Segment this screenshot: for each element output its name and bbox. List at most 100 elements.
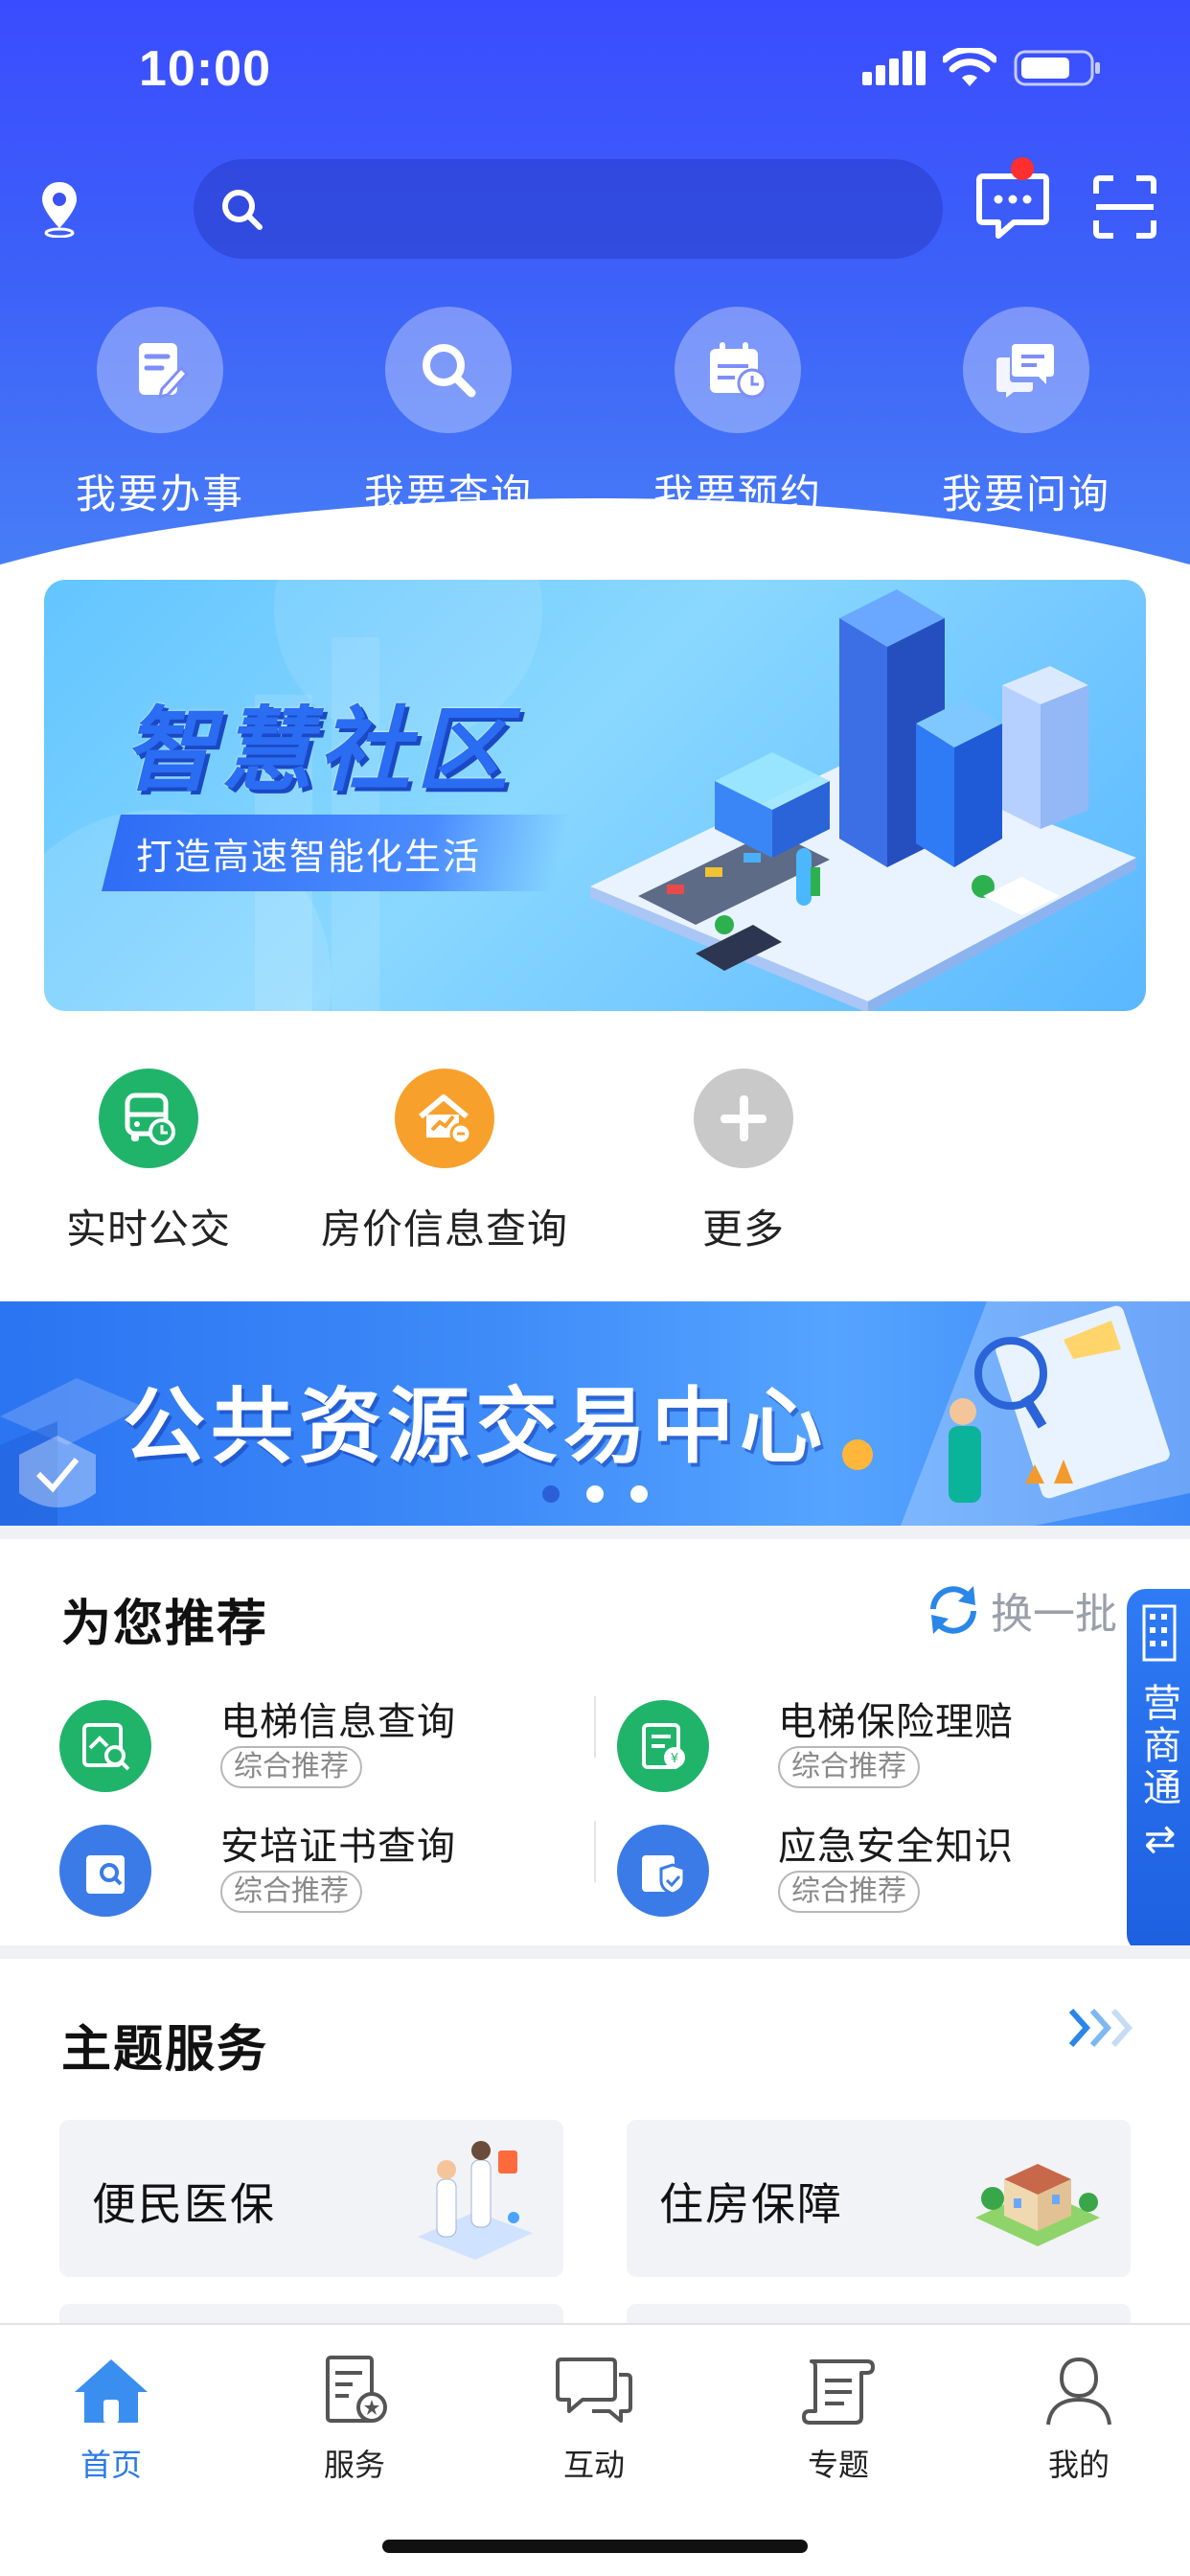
shortcut-circle [694,1069,793,1168]
shortcut-circle [99,1069,198,1168]
recommend-name: 应急安全知识 [778,1826,1014,1868]
shortcut-house-price[interactable]: 房价信息查询 [301,1069,588,1255]
tab-services[interactable]: 服务 [278,2354,431,2485]
recommend-tag: 综合推荐 [778,1746,920,1788]
search-icon [222,190,263,230]
shortcut-row: 实时公交 房价信息查询 更多 [0,1069,1190,1279]
tab-label: 首页 [80,2448,142,2482]
banner-title: 公共资源交易中心 [123,1381,828,1473]
edit-document-icon [139,343,190,400]
calendar-clock-icon [710,342,767,399]
carousel-dot[interactable] [630,1485,648,1503]
certificate-search-icon [86,1855,125,1894]
recommend-name: 电梯信息查询 [220,1701,456,1743]
message-icon[interactable] [975,171,1050,240]
recommend-item[interactable]: 安培证书查询 综合推荐 [59,1815,558,1920]
banner-title: 智慧社区 [123,700,514,802]
shortcut-circle [395,1069,494,1168]
theme-card-medical-insurance[interactable]: 便民医保 [59,2120,563,2277]
column-divider [594,1821,596,1882]
tab-topics[interactable]: 专题 [762,2354,915,2485]
carousel-dot[interactable] [586,1485,604,1503]
quick-action-circle [963,307,1089,433]
signal-icon [862,51,926,85]
tab-profile[interactable]: 我的 [1002,2354,1156,2485]
quick-action-label: 我要预约 [652,472,822,517]
tab-label: 互动 [562,2448,625,2482]
wifi-icon [943,48,996,86]
tab-label: 服务 [323,2448,385,2482]
recommend-item[interactable]: ¥ 电梯保险理赔 综合推荐 [617,1690,1115,1796]
recommend-title: 为您推荐 [61,1597,269,1652]
quick-action-circle [97,307,223,433]
plus-icon [721,1095,767,1141]
city-illustration [590,589,1136,1011]
quick-action-circle [675,307,801,433]
search-input[interactable] [280,178,912,240]
insurance-document-icon: ¥ [642,1723,685,1769]
search-icon [423,344,476,398]
recommend-icon-circle [59,1700,151,1792]
unread-dot [1011,157,1034,180]
quick-action-circle [385,307,512,433]
location-pin-icon[interactable] [38,180,80,238]
theme-card-label: 住房保障 [659,2179,843,2229]
section-divider [0,1526,1190,1539]
shortcut-realtime-bus[interactable]: 实时公交 [5,1069,292,1255]
side-tab-label: 营商通 ⇅ [1137,1683,1179,1860]
status-bar: 10:00 [0,0,1190,134]
battery-icon [1014,50,1100,86]
bus-icon [125,1092,175,1145]
section-divider [0,1945,1190,1959]
recommend-tag: 综合推荐 [778,1871,920,1913]
recommend-name: 安培证书查询 [220,1826,456,1868]
quick-action-handle-affairs[interactable]: 我要办事 [45,307,275,520]
quick-actions: 我要办事 我要查询 我要预约 我要问询 [0,307,1190,527]
shortcut-label: 实时公交 [65,1207,231,1252]
recommend-item[interactable]: 应急安全知识 综合推荐 [617,1815,1115,1920]
scroll-icon [802,2359,875,2425]
service-document-icon [326,2356,387,2423]
banner-subtitle: 打造高速智能化生活 [136,838,482,878]
refresh-icon [930,1586,976,1634]
recommend-icon-circle [617,1825,709,1917]
more-arrows-icon[interactable] [1065,2005,1133,2051]
public-resource-banner[interactable]: 公共资源交易中心 [0,1301,1190,1526]
safety-shield-icon [642,1855,686,1896]
business-service-side-tab[interactable]: 营商通 ⇅ [1127,1589,1190,1953]
status-time: 10:00 [139,41,271,97]
house-illustration [975,2164,1100,2246]
scan-icon[interactable] [1092,174,1157,240]
tab-label: 专题 [807,2448,869,2482]
recommend-name: 电梯保险理赔 [778,1701,1014,1743]
bottom-tab-bar: 首页 服务 互动 专题 我的 [0,2323,1190,2576]
quick-action-query[interactable]: 我要查询 [333,307,563,520]
smart-community-banner[interactable]: 智慧社区 打造高速智能化生活 [44,580,1146,1011]
tab-interaction[interactable]: 互动 [517,2354,671,2485]
theme-card-partial [627,2304,1131,2323]
house-chart-icon [419,1094,472,1145]
recommend-tag: 综合推荐 [220,1871,362,1913]
shortcut-label: 更多 [701,1207,785,1252]
theme-services-title: 主题服务 [61,2022,269,2078]
home-indicator [382,2540,808,2553]
chat-icon [556,2358,632,2423]
user-icon [1046,2357,1111,2426]
elevator-search-icon [82,1723,130,1771]
quick-action-label: 我要问询 [941,472,1110,517]
theme-card-partial [59,2304,563,2323]
search-bar[interactable] [194,159,943,259]
quick-action-inquiry[interactable]: 我要问询 [911,307,1141,520]
refresh-button[interactable]: 换一批 [924,1576,1117,1644]
shortcut-more[interactable]: 更多 [600,1069,887,1255]
building-icon [1142,1604,1177,1662]
quick-action-appointment[interactable]: 我要预约 [623,307,853,520]
carousel-dot[interactable] [542,1485,560,1503]
doctors-illustration [418,2141,533,2260]
column-divider [594,1696,596,1758]
status-icons [862,48,1102,88]
tab-home[interactable]: 首页 [34,2354,188,2485]
recommend-item[interactable]: 电梯信息查询 综合推荐 [59,1690,558,1796]
theme-card-housing-security[interactable]: 住房保障 [627,2120,1131,2277]
carousel-dots [0,1485,1190,1503]
